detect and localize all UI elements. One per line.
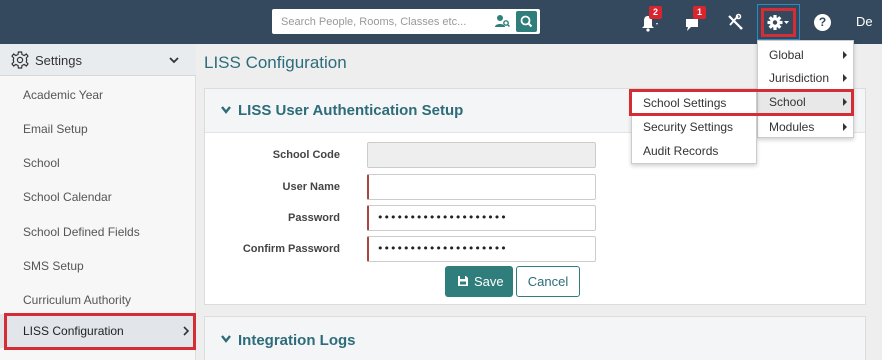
user-name-field[interactable] [367,174,596,200]
password-field[interactable]: •••••••••••••••••••• [367,205,596,231]
settings-menu-button[interactable] [761,8,796,37]
sidebar-header[interactable]: Settings [0,44,196,76]
caret-right-icon [843,51,847,59]
submenu-item-audit-records[interactable]: Audit Records [632,139,756,163]
sidebar-item-label: School [23,156,60,170]
integration-logs-panel-title: Integration Logs [238,332,356,349]
tools-icon [728,13,743,30]
floppy-disk-icon [458,276,468,286]
liss-configuration-highlight [4,313,196,350]
caret-down-icon [784,21,789,24]
cancel-button[interactable]: Cancel [516,266,580,297]
notifications-badge: 2 [649,6,662,19]
search-button[interactable] [516,11,537,32]
caret-right-icon [843,123,847,131]
menu-item-global[interactable]: Global [758,43,853,67]
integration-logs-panel: Integration Logs [204,316,866,360]
sidebar-item-label: School Calendar [23,190,112,204]
school-settings-highlight [629,89,854,116]
sidebar-item-sms-setup[interactable]: SMS Setup [0,249,196,283]
submenu-item-label: Security Settings [643,120,734,134]
page-title: LISS Configuration [204,53,347,72]
messages-badge: 1 [693,6,706,19]
chevron-down-icon [169,57,179,64]
sidebar-item-label: Email Setup [23,122,88,136]
tools-button[interactable] [726,10,750,34]
confirm-password-label: Confirm Password [242,243,340,255]
school-code-field [367,142,596,168]
submenu-item-security-settings[interactable]: Security Settings [632,115,756,139]
sidebar-item-academic-year[interactable]: Academic Year [0,78,196,112]
caret-right-icon [843,74,847,82]
notifications-button[interactable]: 2 [640,6,664,34]
sidebar-item-email-setup[interactable]: Email Setup [0,112,196,146]
chevron-down-icon [221,106,231,114]
sidebar-item-school-defined-fields[interactable]: School Defined Fields [0,215,196,249]
sidebar-item-school-calendar[interactable]: School Calendar [0,180,196,214]
person-search-icon[interactable] [494,13,510,29]
top-navigation-bar: 2 1 [0,0,882,44]
menu-item-modules[interactable]: Modules [758,115,853,139]
integration-logs-panel-header[interactable]: Integration Logs [205,317,865,360]
sidebar-item-curriculum-authority[interactable]: Curriculum Authority [0,283,196,317]
settings-gear-icon [11,51,29,69]
school-code-label: School Code [272,149,340,161]
sidebar-item-label: Academic Year [23,88,104,102]
user-name-label: User Name [282,181,340,193]
menu-item-label: Jurisdiction [769,71,830,85]
chevron-down-icon [221,335,231,343]
password-label: Password [288,212,340,224]
menu-item-jurisdiction[interactable]: Jurisdiction [758,66,853,90]
search-input[interactable] [272,9,492,34]
sidebar-item-label: Curriculum Authority [23,293,132,307]
help-button[interactable]: ? [814,14,831,31]
search-icon [520,15,533,28]
menu-item-label: Modules [769,120,815,134]
settings-menu-toggle-wrapper [757,4,800,40]
user-name[interactable]: De [856,14,873,29]
sidebar-item-label: School Defined Fields [23,225,140,239]
gear-icon [767,15,789,30]
global-search [272,9,540,34]
messages-button[interactable]: 1 [684,6,708,34]
sidebar-item-label: SMS Setup [23,259,84,273]
save-button-label: Save [474,274,504,289]
menu-item-label: Global [769,48,804,62]
submenu-item-label: Audit Records [643,144,719,158]
liss-auth-panel-title: LISS User Authentication Setup [238,102,464,119]
sidebar-title: Settings [35,53,82,68]
confirm-password-field[interactable]: •••••••••••••••••••• [367,236,596,262]
save-button[interactable]: Save [445,266,513,297]
sidebar-item-school[interactable]: School [0,146,196,180]
